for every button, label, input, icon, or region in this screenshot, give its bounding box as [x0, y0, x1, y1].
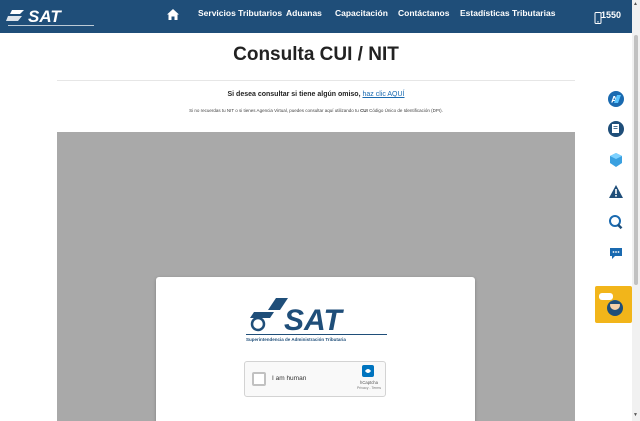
captcha-terms-link[interactable]: Privacy - Terms [355, 386, 383, 390]
virtual-assistant-button[interactable] [595, 286, 632, 323]
page-title: Consulta CUI / NIT [233, 44, 399, 65]
scroll-down-arrow-icon[interactable]: ▼ [633, 412, 638, 418]
phone-number[interactable]: 1550 [601, 10, 621, 20]
nav-servicios-tributarios[interactable]: Servicios Tributarios [198, 8, 282, 18]
card-logo-subtext: Superintendencia de Administración Tribu… [246, 337, 346, 342]
assistant-avatar-icon [599, 293, 623, 316]
cui-help-suffix: Código Único de Identificación (DPI). [369, 108, 443, 113]
agencia-virtual-icon[interactable]: A [607, 90, 625, 108]
captcha-label: I am human [272, 375, 307, 382]
omiso-link[interactable]: haz clic AQUÍ [362, 91, 404, 98]
home-icon[interactable] [166, 8, 180, 22]
warning-icon[interactable] [607, 183, 625, 201]
package-icon[interactable] [607, 151, 625, 169]
sat-card-logo: SAT Superintendencia de Administración T… [246, 298, 387, 342]
sat-logo[interactable]: SAT [6, 4, 96, 30]
cui-help-bold: CUI [360, 108, 368, 113]
hcaptcha-logo-icon [362, 365, 374, 377]
captcha-brand: hCaptcha [360, 380, 378, 385]
top-navigation-bar: SAT Servicios Tributarios Aduanas Capaci… [0, 0, 632, 33]
svg-text:SAT: SAT [284, 304, 344, 337]
divider [57, 80, 575, 81]
search-icon[interactable] [607, 213, 625, 231]
cui-help-prefix: Si no recuerdas tu NIT o si tienes Agenc… [189, 108, 359, 113]
nav-contactanos[interactable]: Contáctanos [398, 8, 449, 18]
page: SAT Servicios Tributarios Aduanas Capaci… [0, 0, 640, 421]
chat-bubble-icon[interactable] [607, 244, 625, 262]
scroll-up-arrow-icon[interactable]: ▲ [633, 1, 638, 7]
omiso-text: Si desea consultar si tiene algún omiso, [227, 91, 361, 98]
svg-text:SAT: SAT [28, 7, 62, 26]
cui-help-text: Si no recuerdas tu NIT o si tienes Agenc… [0, 108, 632, 113]
omiso-notice: Si desea consultar si tiene algún omiso,… [0, 91, 632, 98]
nav-aduanas[interactable]: Aduanas [286, 8, 322, 18]
nav-capacitacion[interactable]: Capacitación [335, 8, 388, 18]
document-icon[interactable] [607, 120, 625, 138]
scrollbar-thumb[interactable] [634, 35, 638, 285]
captcha-checkbox[interactable] [252, 372, 266, 386]
nav-estadisticas-tributarias[interactable]: Estadísticas Tributarias [460, 8, 555, 18]
